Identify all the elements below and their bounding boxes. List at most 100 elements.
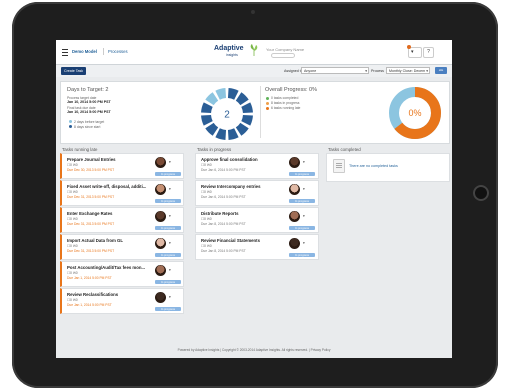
days-ring-segment xyxy=(227,128,239,140)
chevron-down-icon[interactable]: ▾ xyxy=(303,160,305,164)
overall-progress-title: Overall Progress: 0% xyxy=(265,87,317,93)
task-counts: ☐0 ✉0 xyxy=(67,217,78,221)
task-card[interactable]: Review Reclassifications ☐0 ✉0 Due Jan 1, … xyxy=(60,288,184,314)
task-card[interactable]: Enter Exchange Rates ☐0 ✉0 Due Dec 31, 201… xyxy=(60,207,184,233)
chevron-down-icon[interactable]: ▾ xyxy=(169,241,171,245)
avatar[interactable] xyxy=(155,265,166,276)
home-button[interactable] xyxy=(473,185,489,201)
final-due-value: Jan 10, 2014 5:00 PM PST xyxy=(67,110,111,114)
brand-logo-sub: insights xyxy=(226,53,238,57)
avatar[interactable] xyxy=(155,211,166,222)
task-title[interactable]: Fixed Asset write-off, disposal, additi.… xyxy=(67,184,146,189)
header-divider xyxy=(103,48,104,55)
status-badge[interactable]: In progress xyxy=(155,225,181,230)
task-card[interactable]: Post Accounting/Audit/Tax fees mon... ☐0 … xyxy=(60,261,184,287)
status-badge[interactable]: In progress xyxy=(155,279,181,284)
footer-text: Powered by Adaptive Insights | Copyright… xyxy=(177,348,331,352)
task-due-date: Due Jan 6, 2014 5:00 PM PST xyxy=(201,168,246,172)
assigned-to-select[interactable]: Anyone ▾ xyxy=(301,67,369,74)
avatar[interactable] xyxy=(155,184,166,195)
days-donut-chart: 2 xyxy=(201,88,253,140)
task-card[interactable]: Approve final consolidation ☐0 ✉0 Due Jan … xyxy=(195,153,319,179)
task-title[interactable]: Review Reclassifications xyxy=(67,292,118,297)
completed-column-title: Tasks completed xyxy=(328,147,361,152)
status-badge[interactable]: In progress xyxy=(289,225,315,230)
chevron-down-icon[interactable]: ▾ xyxy=(169,160,171,164)
overall-center-value: 0% xyxy=(408,108,421,118)
process-select[interactable]: Monthly Close: Decem ▾ xyxy=(386,67,430,74)
days-ring-segment xyxy=(215,88,227,100)
summary-panel: Days to Target: 2 Process target date Ja… xyxy=(60,81,450,144)
top-bar: Demo Model Processes Adaptive insights Y… xyxy=(56,40,452,65)
days-ring-segment xyxy=(241,102,253,114)
avatar[interactable] xyxy=(289,238,300,249)
status-badge[interactable]: In progress xyxy=(155,198,181,203)
leaf-logo-icon xyxy=(250,44,258,56)
avatar[interactable] xyxy=(289,184,300,195)
chevron-down-icon[interactable]: ▾ xyxy=(303,241,305,245)
legend-since-start: 8 days since start xyxy=(74,124,101,129)
processes-link[interactable]: Processes xyxy=(108,49,128,54)
task-due-date: Due Dec 31, 2013 5:00 PM PST xyxy=(67,249,115,253)
avatar[interactable] xyxy=(289,211,300,222)
task-due-date: Due Jan 6, 2014 5:00 PM PST xyxy=(201,195,246,199)
model-link[interactable]: Demo Model xyxy=(72,49,97,54)
chevron-down-icon[interactable]: ▾ xyxy=(303,187,305,191)
task-title[interactable]: Prepare Journal Entries xyxy=(67,157,115,162)
task-counts: ☐0 ✉0 xyxy=(201,244,212,248)
task-card[interactable]: Distribute Reports ☐0 ✉0 Due Jan 8, 2014 5… xyxy=(195,207,319,233)
task-card[interactable]: Review Financial Statements ☐0 ✉0 Due Jan … xyxy=(195,234,319,260)
period-nav-buttons[interactable]: ◂ ▸ xyxy=(435,67,447,74)
task-counts: ☐0 ✉0 xyxy=(67,190,78,194)
task-title[interactable]: Post Accounting/Audit/Tax fees mon... xyxy=(67,265,145,270)
days-ring-segment xyxy=(201,102,213,114)
task-title[interactable]: Review Financial Statements xyxy=(201,238,260,243)
help-button[interactable]: ? xyxy=(423,47,434,58)
status-badge[interactable]: In progress xyxy=(289,198,315,203)
chevron-down-icon[interactable]: ▾ xyxy=(169,187,171,191)
chevron-down-icon[interactable]: ▾ xyxy=(169,268,171,272)
task-card[interactable]: Review Intercompany entries ☐0 ✉0 Due Jan … xyxy=(195,180,319,206)
create-task-button[interactable]: Create Task xyxy=(61,67,87,75)
user-menu-button[interactable]: ▾ xyxy=(407,45,422,58)
avatar[interactable] xyxy=(155,238,166,249)
task-due-date: Due Dec 30, 2013 5:00 PM PST xyxy=(67,168,115,172)
task-title[interactable]: Import Actual Data from GL xyxy=(67,238,123,243)
task-card[interactable]: Prepare Journal Entries ☐0 ✉0 Due Dec 30, … xyxy=(60,153,184,179)
task-counts: ☐0 ✉0 xyxy=(67,244,78,248)
task-title[interactable]: Distribute Reports xyxy=(201,211,238,216)
menu-icon[interactable] xyxy=(62,49,68,56)
task-counts: ☐0 ✉0 xyxy=(67,271,78,275)
status-badge[interactable]: In progress xyxy=(289,171,315,176)
avatar[interactable] xyxy=(155,157,166,168)
assigned-to-label: Assigned to xyxy=(284,69,303,73)
summary-divider xyxy=(260,86,261,138)
brand-logo: Adaptive xyxy=(214,45,244,52)
days-ring-segment xyxy=(227,88,239,100)
status-badge[interactable]: In progress xyxy=(289,252,315,257)
task-title[interactable]: Approve final consolidation xyxy=(201,157,258,162)
process-target-value: Jan 10, 2014 5:00 PM PST xyxy=(67,100,111,104)
task-title[interactable]: Review Intercompany entries xyxy=(201,184,260,189)
avatar[interactable] xyxy=(289,157,300,168)
toolbar: Create Task Assigned to Anyone ▾ Process… xyxy=(56,65,452,77)
completed-empty-card: There are no completed tasks xyxy=(326,153,450,182)
status-badge[interactable]: In progress xyxy=(155,306,181,311)
avatar[interactable] xyxy=(155,292,166,303)
status-badge[interactable]: In progress xyxy=(155,171,181,176)
task-counts: ☐0 ✉0 xyxy=(201,163,212,167)
task-counts: ☐0 ✉0 xyxy=(201,217,212,221)
company-logo-placeholder xyxy=(271,53,295,58)
app-screen: Demo Model Processes Adaptive insights Y… xyxy=(56,40,452,358)
chevron-down-icon[interactable]: ▾ xyxy=(169,295,171,299)
task-title[interactable]: Enter Exchange Rates xyxy=(67,211,112,216)
legend-dot-progress xyxy=(266,101,269,105)
task-card[interactable]: Import Actual Data from GL ☐0 ✉0 Due Dec 3… xyxy=(60,234,184,260)
chevron-down-icon[interactable]: ▾ xyxy=(169,214,171,218)
days-ring-segment xyxy=(205,92,219,106)
status-badge[interactable]: In progress xyxy=(155,252,181,257)
legend-dot-since xyxy=(69,125,72,128)
task-card[interactable]: Fixed Asset write-off, disposal, additi.… xyxy=(60,180,184,206)
late-task-column: Prepare Journal Entries ☐0 ✉0 Due Dec 30, … xyxy=(60,153,184,315)
chevron-down-icon[interactable]: ▾ xyxy=(303,214,305,218)
